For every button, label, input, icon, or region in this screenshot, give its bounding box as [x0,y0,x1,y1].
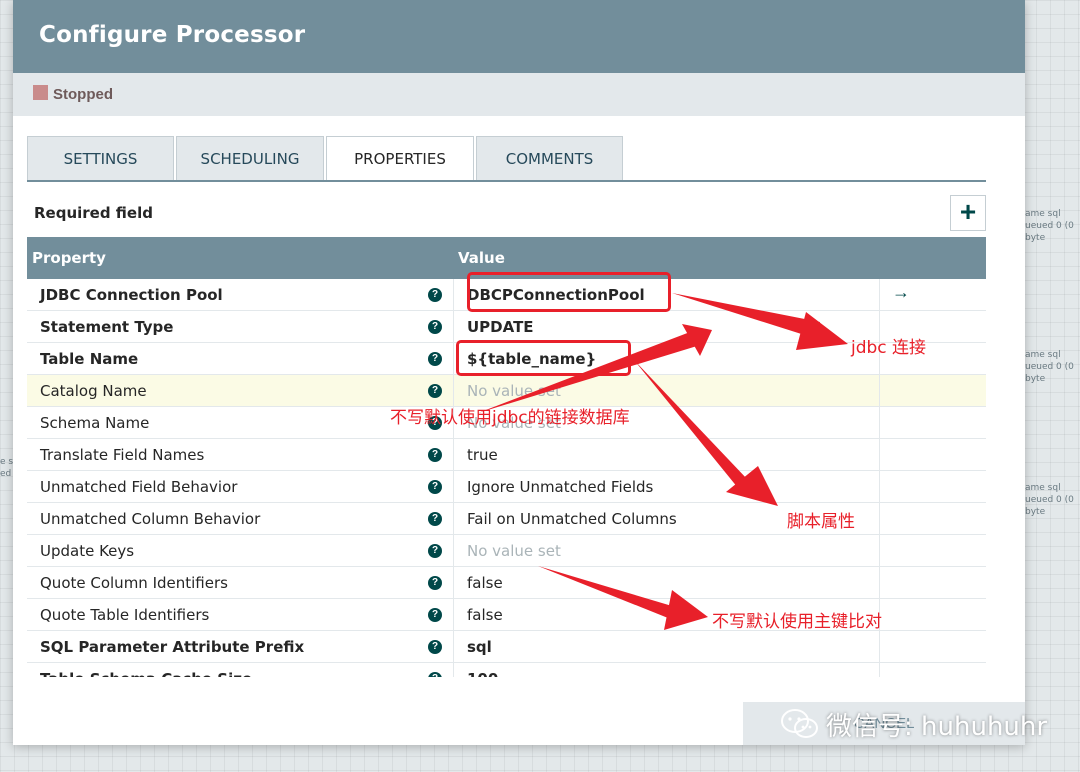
help-icon[interactable]: ? [428,608,442,622]
add-property-button[interactable]: + [950,195,986,231]
column-divider [879,631,880,663]
column-divider [879,663,880,677]
column-divider [879,503,880,535]
column-divider [879,471,880,503]
property-value[interactable]: sql [467,638,492,656]
column-divider [453,535,454,567]
bg-connection-queued: ueued 0 (0 byte [1025,221,1074,243]
dialog-header: Configure Processor [13,0,1025,73]
property-name: Quote Column Identifiers [40,574,228,592]
property-name: Catalog Name [40,382,147,400]
help-icon[interactable]: ? [428,480,442,494]
property-value[interactable]: 100 [467,670,498,677]
help-icon[interactable]: ? [428,640,442,654]
tab-scheduling[interactable]: SCHEDULING [176,136,324,181]
column-divider [879,439,880,471]
wechat-logo-icon [781,709,818,738]
help-icon[interactable]: ? [428,448,442,462]
property-name: Schema Name [40,414,150,432]
property-name: SQL Parameter Attribute Prefix [40,638,305,656]
bg-connection-name: ame sql [1025,209,1061,219]
property-name: Translate Field Names [40,446,205,464]
bg-connection-queued: ueued 0 (0 byte [1025,495,1074,517]
annotation-primary-key: 不写默认使用主键比对 [712,612,882,632]
tab-settings[interactable]: SETTINGS [27,136,174,181]
tab-properties[interactable]: PROPERTIES [326,136,474,182]
help-icon[interactable]: ? [428,352,442,366]
property-value[interactable]: Ignore Unmatched Fields [467,478,653,496]
property-name: Unmatched Column Behavior [40,510,261,528]
annotation-jdbc-connection: jdbc 连接 [851,338,927,358]
column-header-value[interactable]: Value [458,249,505,267]
property-row[interactable]: Update Keys? No value set [27,535,986,567]
column-divider [453,631,454,663]
property-row[interactable]: Table Schema Cache Size? 100 [27,663,986,677]
column-divider [453,567,454,599]
annotation-box-jdbc-pool [467,272,671,312]
property-name: Table Schema Cache Size [40,670,252,677]
bg-connection-label: ame sql ueued 0 (0 byte [1025,349,1080,385]
property-name: Statement Type [40,318,174,336]
bg-connection-name: e s [0,457,14,467]
property-name: Update Keys [40,542,135,560]
bg-connection-name: ame sql [1025,350,1061,360]
column-divider [453,599,454,631]
property-row[interactable]: Unmatched Field Behavior? Ignore Unmatche… [27,471,986,503]
property-value[interactable]: UPDATE [467,318,534,336]
bg-connection-label: e s ed [0,456,13,480]
property-name: Quote Table Identifiers [40,606,210,624]
bg-connection-name: ame sql [1025,483,1061,493]
property-value[interactable]: Fail on Unmatched Columns [467,510,677,528]
property-row[interactable]: SQL Parameter Attribute Prefix? sql [27,631,986,663]
bg-connection-label: ame sql ueued 0 (0 byte [1025,208,1080,244]
column-divider [453,503,454,535]
tabs-underline [27,180,986,182]
bg-connection-queued: ed [0,469,12,479]
property-row[interactable]: Quote Column Identifiers? false [27,567,986,599]
stopped-status-icon [33,85,48,100]
property-name: JDBC Connection Pool [40,286,223,304]
required-field-label: Required field [34,204,153,222]
column-divider [453,343,454,375]
help-icon[interactable]: ? [428,384,442,398]
column-divider [453,663,454,677]
annotation-script-attribute: 脚本属性 [787,512,855,532]
property-value[interactable]: true [467,446,498,464]
property-name: Table Name [40,350,139,368]
bg-connection-label: ame sql ueued 0 (0 byte [1025,482,1080,518]
help-icon[interactable]: ? [428,320,442,334]
property-value[interactable]: No value set [467,542,561,560]
help-icon[interactable]: ? [428,544,442,558]
help-icon[interactable]: ? [428,512,442,526]
column-divider [453,279,454,311]
column-divider [879,535,880,567]
property-row[interactable]: Statement Type? UPDATE [27,311,986,343]
column-divider [879,279,880,311]
column-header-property[interactable]: Property [32,249,106,267]
property-value[interactable]: false [467,606,503,624]
bg-connection-queued: ueued 0 (0 byte [1025,362,1074,384]
property-value[interactable]: false [467,574,503,592]
help-icon[interactable]: ? [428,672,442,677]
annotation-box-table-name [456,340,631,376]
column-divider [879,567,880,599]
column-divider [453,439,454,471]
wechat-watermark: 微信号: huhuhuhr [780,702,1047,746]
processor-status-text: Stopped [53,86,113,103]
property-name: Unmatched Field Behavior [40,478,238,496]
processor-status-bar: Stopped [13,73,1025,116]
help-icon[interactable]: ? [428,288,442,302]
tab-comments[interactable]: COMMENTS [476,136,623,181]
column-divider [453,311,454,343]
goto-service-arrow-icon[interactable]: → [892,282,910,303]
help-icon[interactable]: ? [428,576,442,590]
column-divider [453,471,454,503]
annotation-default-database: 不写默认使用jdbc的链接数据库 [390,408,630,428]
column-divider [879,375,880,407]
dialog-title: Configure Processor [39,22,306,48]
property-value[interactable]: No value set [467,382,561,400]
column-divider [879,407,880,439]
property-row[interactable]: Translate Field Names? true [27,439,986,471]
watermark-text: 微信号: huhuhuhr [826,711,1048,742]
